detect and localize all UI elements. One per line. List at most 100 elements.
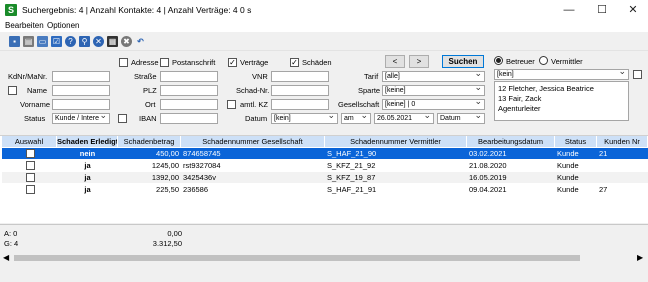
scroll-left-icon[interactable]: ◀ <box>3 253 9 262</box>
date-picker[interactable]: 26.05.2021 <box>374 113 434 124</box>
vorname-input[interactable] <box>52 99 110 110</box>
adresse-label: Adresse <box>131 58 159 67</box>
save-icon[interactable]: ▪ <box>9 36 20 47</box>
help-icon[interactable]: ? <box>65 36 76 47</box>
iban-label: IBAN <box>139 114 157 123</box>
betreuer-list-item[interactable]: Agenturleiter <box>498 104 541 113</box>
strasse-input[interactable] <box>160 71 218 82</box>
app-logo-icon: S <box>5 4 17 16</box>
minimize-icon[interactable]: — <box>558 2 580 18</box>
betreuer-extra-checkbox[interactable] <box>633 70 642 79</box>
schaeden-checkbox[interactable]: ✓ <box>290 58 299 67</box>
cell-betrag: 1392,00 <box>151 173 179 182</box>
maximize-icon[interactable]: ☐ <box>591 2 613 18</box>
column-header[interactable]: Schadennummer Gesellschaft <box>181 136 325 147</box>
undo-icon[interactable]: ↶ <box>135 36 146 47</box>
row-select-checkbox[interactable] <box>26 161 35 170</box>
tarif-select[interactable]: [alle] <box>382 71 485 82</box>
kdnr-label: KdNr/MaNr. <box>8 72 48 81</box>
plz-label: PLZ <box>143 86 157 95</box>
plz-input[interactable] <box>160 85 218 96</box>
row-select-checkbox[interactable] <box>26 173 35 182</box>
cell-nr-verm: S_HAF_21_91 <box>327 185 377 194</box>
cell-betrag: 1245,00 <box>151 161 179 170</box>
row-select-checkbox[interactable] <box>26 185 35 194</box>
gesellschaft-label: Gesellschaft <box>338 100 380 109</box>
schaeden-label: Schäden <box>302 58 332 67</box>
betreuer-list-item[interactable]: 12 Fletcher, Jessica Beatrice <box>498 84 594 93</box>
column-header[interactable]: Kunden Nr <box>597 136 648 147</box>
datum2-select[interactable]: Datum <box>437 113 485 124</box>
ort-input[interactable] <box>160 99 218 110</box>
cell-status: Kunde <box>557 161 579 170</box>
cell-status: Kunde <box>557 149 579 158</box>
next-button[interactable]: > <box>409 55 429 68</box>
vertraege-checkbox[interactable]: ✓ <box>228 58 237 67</box>
prev-button[interactable]: < <box>385 55 405 68</box>
divider <box>0 224 648 225</box>
total-a-value: 0,00 <box>167 229 182 238</box>
postanschrift-checkbox[interactable] <box>160 58 169 67</box>
vorname-label: Vorname <box>20 100 51 109</box>
check-list-icon[interactable]: ☑ <box>51 36 62 47</box>
vnr-input[interactable] <box>271 71 329 82</box>
status-select[interactable]: Kunde / Intere <box>52 113 110 124</box>
column-header[interactable]: Auswahl <box>2 136 57 147</box>
cell-datum: 03.02.2021 <box>469 149 507 158</box>
column-header[interactable]: Bearbeitungsdatum <box>467 136 555 147</box>
column-header[interactable]: Schaden Erledigt <box>57 136 118 147</box>
amtl-kz-input[interactable] <box>271 99 329 110</box>
close-icon[interactable]: ✕ <box>622 2 644 18</box>
menu-bearbeiten[interactable]: Bearbeiten <box>5 21 44 30</box>
ort-label: Ort <box>145 100 156 109</box>
menu-bar <box>0 20 648 32</box>
delete-icon[interactable]: ▦ <box>107 36 118 47</box>
name-checkbox[interactable] <box>8 86 17 95</box>
iban-input[interactable] <box>160 113 218 124</box>
cancel-icon[interactable]: ✖ <box>121 36 132 47</box>
print-icon[interactable]: ▤ <box>23 36 34 47</box>
search-icon[interactable]: ⚲ <box>79 36 90 47</box>
vermittler-radio[interactable] <box>539 56 548 65</box>
vnr-label: VNR <box>252 72 268 81</box>
search-button[interactable]: Suchen <box>442 55 484 68</box>
cell-erledigt: ja <box>84 161 91 170</box>
form-icon[interactable]: ▭ <box>37 36 48 47</box>
betreuer-list-item[interactable]: 13 Fair, Zack <box>498 94 541 103</box>
datum-type-select[interactable]: [kein] <box>271 113 338 124</box>
cell-nr-verm: S_KFZ_19_87 <box>327 173 376 182</box>
scroll-right-icon[interactable]: ▶ <box>637 253 643 262</box>
close-circle-icon[interactable]: ✕ <box>93 36 104 47</box>
iban-checkbox[interactable] <box>118 114 127 123</box>
cell-nr-ges: 3425436v <box>183 173 216 182</box>
cell-betrag: 450,00 <box>156 149 179 158</box>
cell-kunde: 21 <box>599 149 608 158</box>
cell-datum: 16.05.2019 <box>469 173 507 182</box>
name-input[interactable] <box>52 85 110 96</box>
betreuer-radio[interactable] <box>494 56 503 65</box>
schadnr-label: Schad-Nr. <box>236 86 270 95</box>
column-header[interactable]: Schadenbetrag <box>118 136 181 147</box>
gesellschaft-select[interactable]: [keine] | 0 <box>382 99 485 110</box>
vermittler-label: Vermittler <box>551 57 583 66</box>
cell-status: Kunde <box>557 173 579 182</box>
menu-optionen[interactable]: Optionen <box>47 21 79 30</box>
cell-status: Kunde <box>557 185 579 194</box>
amtl-kz-label: amtl. KZ <box>240 100 268 109</box>
row-select-checkbox[interactable] <box>26 149 35 158</box>
column-header[interactable]: Status <box>555 136 597 147</box>
schadnr-input[interactable] <box>271 85 329 96</box>
sparte-select[interactable]: [keine] <box>382 85 485 96</box>
adresse-checkbox[interactable] <box>119 58 128 67</box>
tarif-label: Tarif <box>364 72 379 81</box>
cell-nr-verm: S_KFZ_21_92 <box>327 161 376 170</box>
amtl-kz-checkbox[interactable] <box>227 100 236 109</box>
cell-nr-ges: 874658745 <box>183 149 221 158</box>
betreuer-select[interactable]: [kein] <box>494 69 629 80</box>
kdnr-input[interactable] <box>52 71 110 82</box>
datum-am-select[interactable]: am <box>341 113 371 124</box>
scrollbar-thumb[interactable] <box>14 255 580 261</box>
status-label: Status <box>24 114 46 123</box>
cell-datum: 09.04.2021 <box>469 185 507 194</box>
column-header[interactable]: Schadennummer Vermittler <box>325 136 467 147</box>
